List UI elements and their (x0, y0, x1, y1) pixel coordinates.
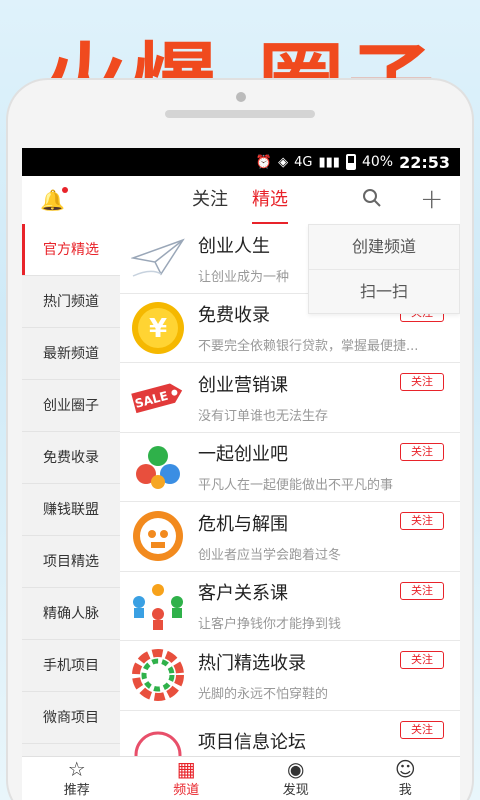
sidebar-item-projects[interactable]: 项目精选 (22, 536, 120, 588)
people-circle-icon (128, 646, 188, 704)
forum-icon (128, 716, 188, 756)
list-item[interactable]: SALE 创业营销课 没有订单谁也无法生存 关注 (120, 363, 460, 433)
clock: 22:53 (399, 152, 450, 172)
app-screen: ⏰ ◈ 4G ▮▮▮ 40% 22:53 🔔 关注 精选 + 官方精选 热门频道… (22, 148, 460, 800)
tab-featured[interactable]: 精选 (252, 176, 288, 224)
sidebar-item-free[interactable]: 免费收录 (22, 432, 120, 484)
yen-coin-icon: ¥ (128, 299, 188, 357)
add-icon[interactable]: + (420, 182, 443, 215)
list-item[interactable]: 项目信息论坛 关注 (120, 711, 460, 756)
list-item[interactable]: 一起创业吧 平凡人在一起便能做出不平凡的事 关注 (120, 433, 460, 502)
status-bar: ⏰ ◈ 4G ▮▮▮ 40% 22:53 (22, 148, 460, 176)
network-type: 4G (294, 154, 313, 170)
follow-button[interactable]: 关注 (400, 442, 444, 461)
top-bar: 🔔 关注 精选 + (22, 176, 460, 224)
sidebar-item-latest[interactable]: 最新频道 (22, 328, 120, 380)
list-item[interactable]: 危机与解围 创业者应当学会跑着过冬 关注 (120, 502, 460, 572)
follow-button[interactable]: 关注 (400, 651, 444, 669)
sidebar-item-startup[interactable]: 创业圈子 (22, 380, 120, 432)
list-item[interactable]: 客户关系课 让客户挣钱你才能挣到钱 关注 (120, 572, 460, 641)
nav-label: 我 (398, 783, 412, 798)
bottom-nav: ☆ 推荐 ▦ 频道 ◉ 发现 ☺ 我 (22, 756, 460, 800)
svg-text:¥: ¥ (149, 314, 167, 344)
row-desc: 创业者应当学会跑着过冬 (198, 547, 342, 563)
social-apps-icon (128, 438, 188, 496)
row-desc: 平凡人在一起便能做出不平凡的事 (198, 478, 394, 494)
follow-button[interactable]: 关注 (400, 720, 444, 739)
signal-icon: ▮▮▮ (318, 154, 340, 170)
search-icon[interactable] (362, 188, 382, 213)
nav-me[interactable]: ☺ 我 (351, 757, 461, 800)
battery-percent: 40% (361, 154, 394, 170)
battery-icon (345, 154, 356, 170)
sidebar-item-contacts[interactable]: 精确人脉 (22, 588, 120, 640)
follow-button[interactable]: 关注 (400, 512, 444, 530)
paper-plane-icon (128, 229, 188, 287)
grid-icon: ▦ (176, 757, 196, 781)
eye-icon: ◉ (287, 757, 305, 781)
sidebar-item-hot[interactable]: 热门频道 (22, 276, 120, 328)
sidebar-item-earn[interactable]: 赚钱联盟 (22, 484, 120, 536)
follow-button[interactable]: 关注 (400, 373, 444, 391)
nav-label: 推荐 (63, 783, 90, 798)
person-icon: ☺ (394, 757, 416, 781)
notification-dot (61, 187, 68, 193)
sale-tag-icon: SALE (128, 368, 188, 426)
sidebar-item-mobile[interactable]: 手机项目 (22, 640, 120, 692)
star-icon: ☆ (67, 757, 86, 781)
row-desc: 让客户挣钱你才能挣到钱 (198, 617, 342, 633)
nav-label: 发现 (282, 783, 309, 798)
category-sidebar: 官方精选 热门频道 最新频道 创业圈子 免费收录 赚钱联盟 项目精选 精确人脉 … (22, 224, 120, 756)
nav-discover[interactable]: ◉ 发现 (241, 757, 351, 800)
sidebar-item-wechat[interactable]: 微商项目 (22, 692, 120, 744)
tab-bar: 关注 精选 (192, 176, 288, 224)
sidebar-item-official[interactable]: 官方精选 (22, 224, 120, 276)
row-desc: 光脚的永远不怕穿鞋的 (198, 686, 329, 702)
row-desc: 不要完全依赖银行贷款，掌握最便捷... (198, 339, 419, 355)
camera-dot (236, 92, 246, 102)
skull-icon (128, 507, 188, 565)
nav-recommend[interactable]: ☆ 推荐 (22, 757, 132, 800)
tab-follow[interactable]: 关注 (192, 176, 228, 224)
nav-label: 频道 (173, 783, 200, 798)
follow-button[interactable]: 关注 (400, 581, 444, 600)
add-menu-dropdown: 创建频道 扫一扫 (308, 224, 460, 314)
create-channel-item[interactable]: 创建频道 (309, 225, 459, 269)
alarm-icon: ⏰ (255, 154, 273, 170)
scan-item[interactable]: 扫一扫 (309, 269, 459, 313)
speaker-slot (165, 110, 315, 118)
row-desc: 没有订单谁也无法生存 (198, 408, 329, 424)
bell-icon[interactable]: 🔔 (40, 187, 68, 212)
wifi-icon: ◈ (278, 154, 289, 170)
nav-channels[interactable]: ▦ 频道 (132, 757, 242, 800)
people-network-icon (128, 577, 188, 635)
list-item[interactable]: 热门精选收录 光脚的永远不怕穿鞋的 关注 (120, 641, 460, 711)
